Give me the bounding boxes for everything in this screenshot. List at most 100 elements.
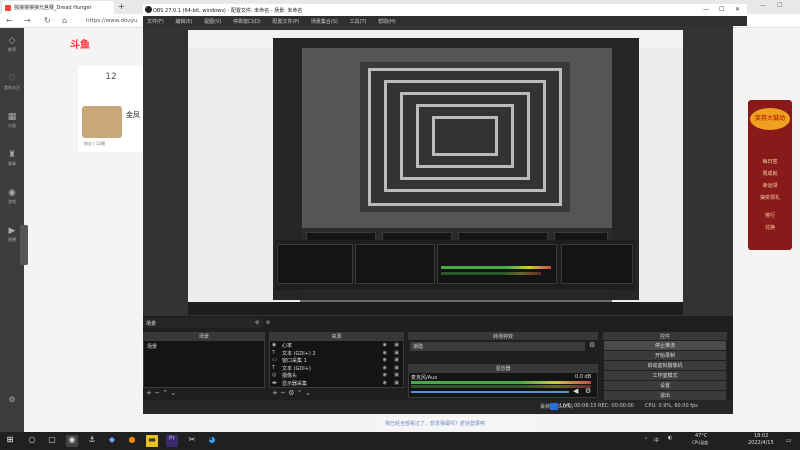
transition-select[interactable]: 渐隐 (410, 342, 585, 351)
banner-item[interactable]: 幸运领 (752, 182, 788, 189)
browser-tab[interactable]: 独狼狼狼狼光莒赛_Dread Hunger (2, 1, 114, 14)
lang-indicator[interactable]: 中 (654, 437, 659, 444)
sidebar-item-games[interactable]: ◉ 游戏 (0, 180, 24, 218)
menu-scene-collection[interactable]: 场景集合(S) (311, 19, 338, 25)
streamer-avatar[interactable] (82, 106, 122, 138)
menu-edit[interactable]: 编辑(E) (175, 19, 192, 25)
eye-icon[interactable]: ◉ (383, 372, 387, 378)
home-icon[interactable]: ⌂ (62, 16, 67, 25)
browser-maximize-icon[interactable]: ☐ (777, 2, 782, 9)
reload-icon[interactable]: ↻ (44, 16, 51, 25)
remove-source-icon[interactable]: − (280, 389, 286, 397)
add-source-icon[interactable]: + (272, 389, 278, 397)
trophy-icon: ♜ (7, 150, 17, 160)
gear-icon[interactable]: ⚙ (255, 320, 259, 326)
obs-close-icon[interactable]: ✕ (735, 6, 740, 13)
sidebar-item-follow[interactable]: ♡ 我的关注 (0, 66, 24, 104)
source-down-icon[interactable]: ⌄ (305, 389, 311, 397)
source-settings-icon[interactable]: ⚙ (288, 389, 294, 397)
clock-time[interactable]: 18:02 (754, 433, 768, 439)
banner-item[interactable]: 周成就 (752, 170, 788, 177)
lock-icon[interactable]: ▣ (394, 380, 399, 386)
eye-icon[interactable]: ◉ (383, 357, 387, 363)
source-item[interactable]: ◉ 心率 ◉ ▣ (270, 342, 403, 350)
sidebar-item-recommend[interactable]: ◇ 推荐 (0, 28, 24, 66)
source-item[interactable]: ◎ 摄像头 ◉ ▣ (270, 372, 403, 380)
lock-icon[interactable]: ▣ (394, 357, 399, 363)
sidebar-collapse-handle[interactable] (20, 225, 28, 265)
lock-icon[interactable]: ▣ (394, 372, 399, 378)
tray-icon[interactable]: ◐ (668, 435, 672, 441)
promo-banner[interactable]: 奖券大鼓动 每日签 周成就 幸运领 抽奖领礼 排行 兑换 (748, 100, 792, 250)
notification-icon[interactable]: ▭ (786, 437, 792, 444)
browser-minimize-icon[interactable]: — (760, 2, 766, 9)
firefox-icon[interactable]: ● (126, 435, 138, 447)
mixer-gear-icon[interactable]: ⚙ (585, 387, 591, 395)
obs-maximize-icon[interactable]: ☐ (719, 6, 724, 13)
scene-down-icon[interactable]: ⌄ (170, 389, 176, 397)
menu-docks[interactable]: 停靠窗口(D) (233, 19, 261, 25)
banner-item[interactable]: 抽奖领礼 (752, 194, 788, 201)
lock-icon[interactable]: ▣ (394, 342, 399, 348)
new-tab-icon[interactable]: + (118, 2, 125, 11)
eye-icon[interactable]: ◉ (383, 365, 387, 371)
back-arrow-icon[interactable]: ← (6, 16, 13, 25)
address-bar[interactable]: https://www.douyu (86, 16, 146, 26)
clock-date[interactable]: 2022/4/15 (748, 440, 774, 446)
banner-item[interactable]: 每日签 (752, 158, 788, 165)
search-icon[interactable]: ○ (26, 435, 38, 447)
virtual-camera-button[interactable]: 启动虚拟摄像机 (604, 361, 726, 370)
menu-file[interactable]: 文件(F) (147, 19, 164, 25)
menu-profile[interactable]: 配置文件(P) (272, 19, 299, 25)
danmaku-hint[interactable]: 我已经全部看过了，想发弹幕吗？赶快登录吧 (377, 417, 532, 429)
source-item[interactable]: T 文本 (GDI+) 2 ◉ ▣ (270, 350, 403, 358)
source-item[interactable]: T 文本 (GDI+) ◉ ▣ (270, 365, 403, 373)
app-icon[interactable]: ◆ (106, 435, 118, 447)
eye-icon[interactable]: ◉ (383, 350, 387, 356)
nested-tunnel (360, 62, 570, 212)
premiere-icon[interactable]: Pr (166, 435, 178, 447)
folder-icon[interactable]: ▬ (146, 435, 158, 447)
exit-button[interactable]: 退出 (604, 391, 726, 400)
sidebar-item-category[interactable]: ▦ 分类 (0, 104, 24, 142)
start-recording-button[interactable]: 开始录制 (604, 351, 726, 360)
source-item[interactable]: ▭ 窗口采集 1 ◉ ▣ (270, 357, 403, 365)
menu-tools[interactable]: 工具(T) (350, 19, 367, 25)
lock-icon[interactable]: ▣ (394, 365, 399, 371)
settings-button[interactable]: 设置 (604, 381, 726, 390)
edge-icon[interactable]: ◕ (206, 435, 218, 447)
windows-start-icon[interactable]: ⊞ (4, 435, 16, 447)
menu-help[interactable]: 帮助(H) (378, 19, 396, 25)
obs-taskbar-icon[interactable]: ◉ (66, 435, 78, 447)
source-up-icon[interactable]: ⌃ (297, 389, 303, 397)
live-time: LIVE: 00:06:15 (560, 403, 597, 409)
scene-up-icon[interactable]: ⌃ (162, 389, 168, 397)
scene-item[interactable]: 场景 (144, 343, 264, 351)
remove-scene-icon[interactable]: − (154, 389, 160, 397)
menu-view[interactable]: 视图(V) (204, 19, 221, 25)
capcut-icon[interactable]: ✂ (186, 435, 198, 447)
sources-controls: + − ⚙ ⌃ ⌄ (272, 389, 311, 397)
obs-titlebar: OBS 27.0.1 (64-bit, windows) - 配置文件: 未命名… (143, 4, 747, 16)
transition-settings-icon[interactable]: ⚙ (589, 341, 595, 349)
speaker-icon[interactable]: ◀ (573, 387, 578, 395)
stop-streaming-button[interactable]: 停止推流 (604, 341, 726, 350)
task-view-icon[interactable]: ▢ (46, 435, 58, 447)
sidebar-item-events[interactable]: ♜ 赛事 (0, 142, 24, 180)
source-item[interactable]: ▬ 显示器采集 ◉ ▣ (270, 380, 403, 388)
banner-item[interactable]: 排行 (752, 212, 788, 219)
studio-mode-button[interactable]: 工作室模式 (604, 371, 726, 380)
tray-arrow-icon[interactable]: ⌃ (644, 437, 648, 443)
filter-icon[interactable]: ⚙ (266, 320, 270, 326)
volume-slider[interactable] (411, 391, 569, 393)
eye-icon[interactable]: ◉ (383, 342, 387, 348)
pin-icon[interactable]: ⚓ (86, 435, 98, 447)
settings-gear-icon[interactable]: ⚙ (0, 395, 24, 404)
banner-item[interactable]: 兑换 (752, 224, 788, 231)
add-scene-icon[interactable]: + (146, 389, 152, 397)
forward-arrow-icon[interactable]: → (24, 16, 31, 25)
eye-icon[interactable]: ◉ (383, 380, 387, 386)
obs-minimize-icon[interactable]: — (703, 6, 709, 13)
mixer-panel: 麦克风/Aux 0.0 dB ◀ ⚙ (408, 372, 598, 398)
lock-icon[interactable]: ▣ (394, 350, 399, 356)
